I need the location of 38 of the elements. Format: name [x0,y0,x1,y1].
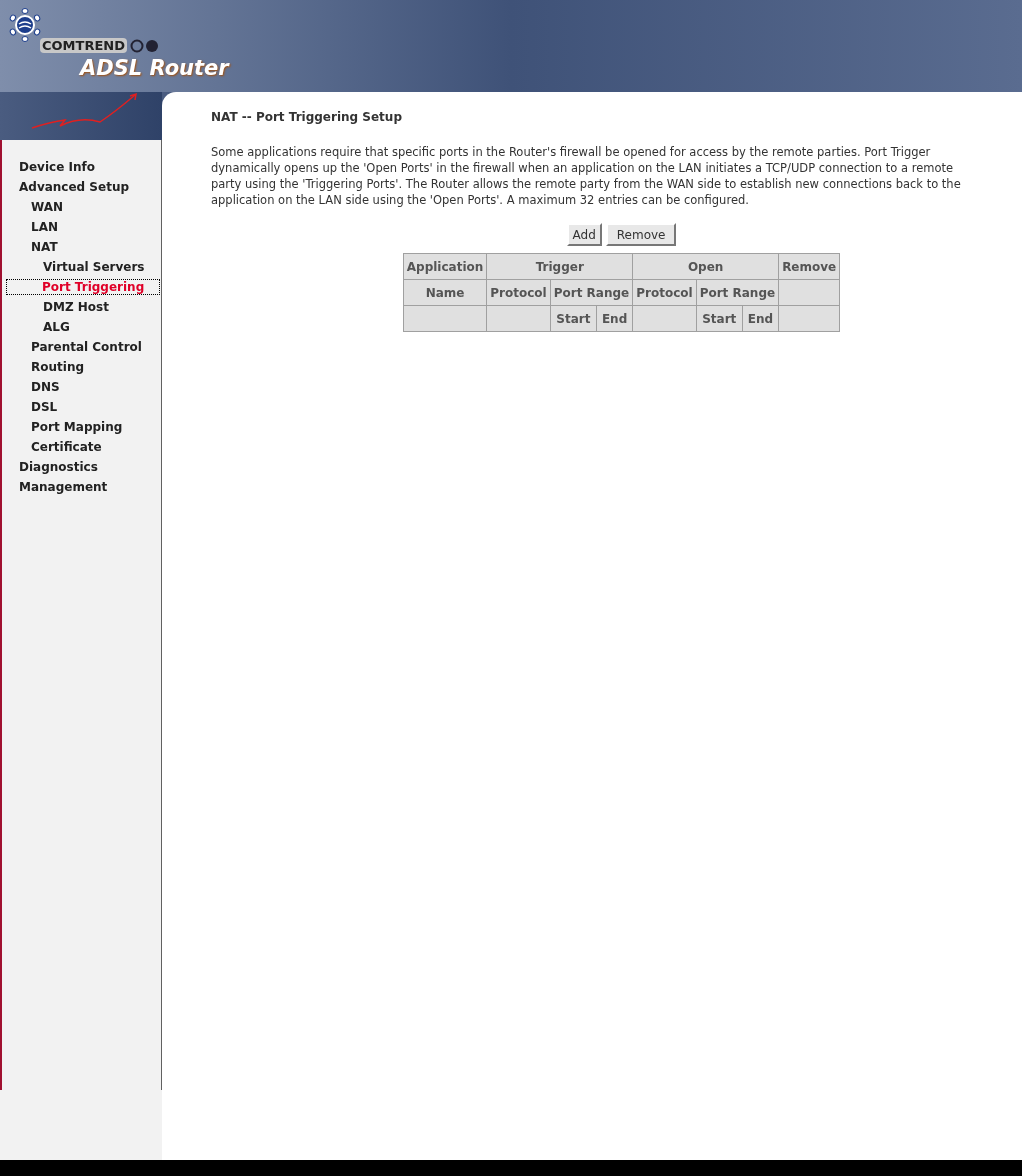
sidebar-item[interactable]: Port Mapping [30,419,124,435]
column-header: Protocol [636,285,693,300]
column-header: Port Range [553,285,630,300]
sidebar-item[interactable]: ALG [42,319,71,335]
sidebar-item[interactable]: DMZ Host [42,299,110,315]
flower-logo-icon [8,8,42,42]
column-header: Name [425,285,465,300]
sidebar-item[interactable]: WAN [30,199,65,215]
sidebar-item[interactable]: LAN [30,219,59,235]
sidebar-item[interactable]: Routing [30,359,85,375]
sidebar-item[interactable]: Virtual Servers [42,259,146,275]
product-logo-text: ADSL Router [80,55,229,81]
column-header: Start [702,311,737,326]
brand-logo-text: COMTREND [40,38,127,53]
column-header: Trigger [535,259,584,274]
page-title: NAT -- Port Triggering Setup [211,109,403,126]
sidebar-item[interactable]: Advanced Setup [18,179,130,195]
remove-button[interactable]: Remove [605,223,677,246]
sidebar-item[interactable]: Management [18,479,109,495]
sidebar-item[interactable]: Port Triggering [6,279,160,295]
column-header: End [747,311,774,326]
sidebar-item[interactable]: DSL [30,399,59,415]
sidebar-item[interactable]: Device Info [18,159,96,175]
column-header: Open [687,259,724,274]
sidebar-item[interactable]: NAT [30,239,59,255]
column-header: Application [406,259,484,274]
column-header: Start [556,311,591,326]
dots-icon [129,38,160,53]
sidebar-item[interactable]: Parental Control [30,339,143,355]
column-header: Protocol [490,285,547,300]
description-text: Some applications require that specific ports in the Router's firewall be opened for access by the remote parties. Port Trigger dynamically opens up the 'Open Ports' in the firewall when an application on the LAN initiates a TCP/UDP connection to a remote party using the 'Triggering Ports'. The Router allows the remote party from the WAN side to establish new connections back to the application on the LAN side using the 'Open Ports'. A maximum 32 entries can be configured. [211,144,962,208]
column-header: Port Range [699,285,776,300]
add-button[interactable]: Add [566,223,602,246]
sidebar-item[interactable]: DNS [30,379,61,395]
sidebar-item[interactable]: Diagnostics [18,459,99,475]
column-header: Remove [782,259,837,274]
column-header: End [601,311,628,326]
sidebar-item[interactable]: Certificate [30,439,103,455]
